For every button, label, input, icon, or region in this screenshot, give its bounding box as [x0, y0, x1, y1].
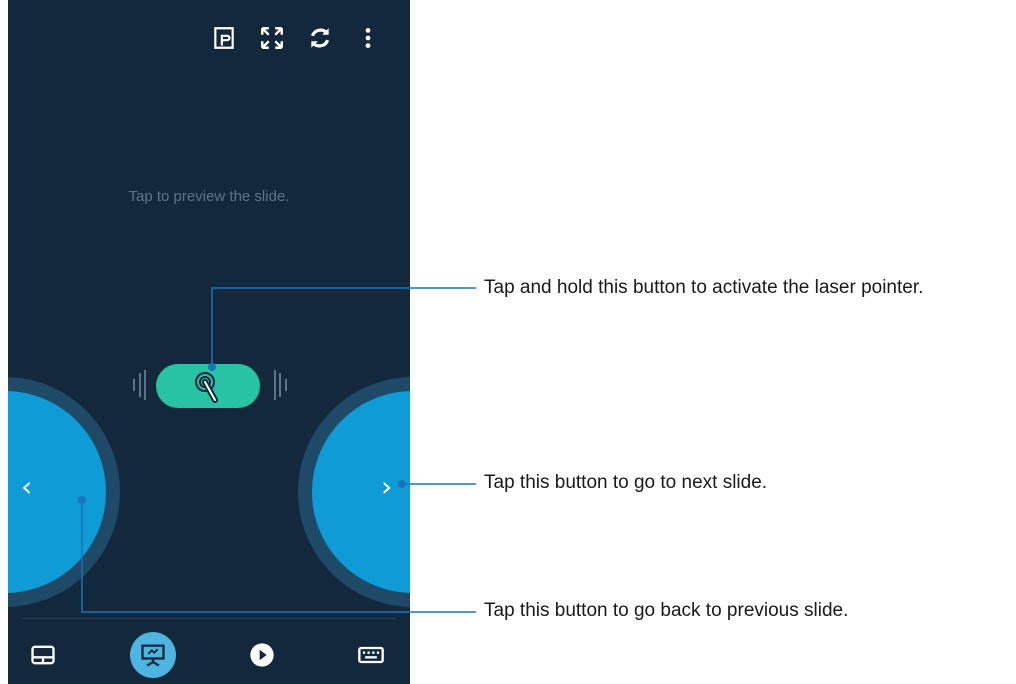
callout-laser-text: Tap and hold this button to activate the…: [484, 277, 924, 298]
callout-next-text: Tap this button to go to next slide.: [484, 472, 768, 493]
callout-dot-laser: [208, 363, 216, 371]
callout-prev-text: Tap this button to go back to previous s…: [484, 600, 849, 621]
callout-lines: [78, 287, 476, 613]
callout-line-laser: [211, 287, 476, 367]
callout-dot-prev: [78, 496, 86, 504]
callout-dot-next: [398, 480, 406, 488]
callout-line-prev: [81, 500, 476, 613]
